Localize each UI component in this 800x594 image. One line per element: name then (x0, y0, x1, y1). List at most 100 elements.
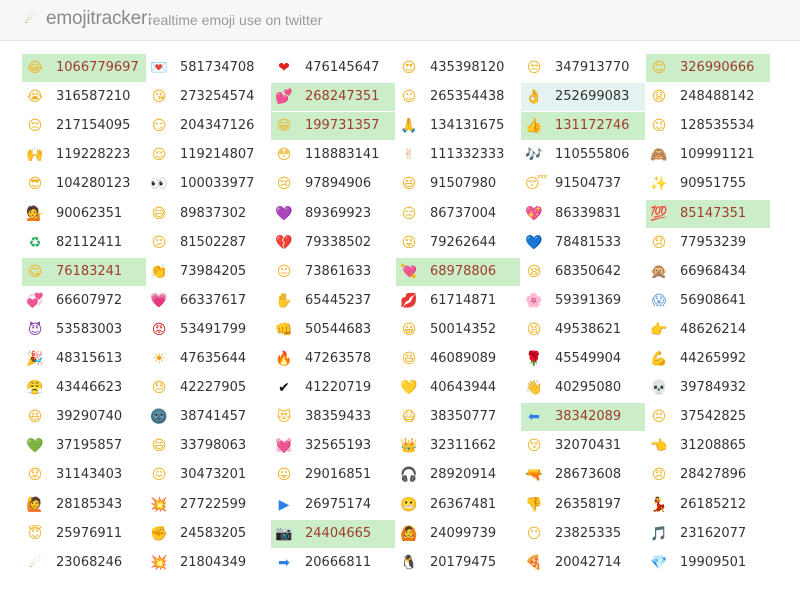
emoji-cell[interactable]: 😏 204347126 (146, 112, 270, 140)
emoji-cell[interactable]: 🌸 59391369 (521, 287, 645, 315)
emoji-cell[interactable]: 😟 31143403 (22, 461, 146, 489)
emoji-cell[interactable]: ☀ 47635644 (146, 345, 270, 373)
site-title[interactable]: emojitracker: (46, 8, 152, 30)
emoji-cell[interactable]: 😍 435398120 (396, 54, 520, 82)
emoji-cell[interactable]: ➡ 20666811 (271, 549, 395, 577)
emoji-cell[interactable]: 🙈 109991121 (646, 141, 770, 169)
emoji-cell[interactable]: 😌 119214807 (146, 141, 270, 169)
emoji-cell[interactable]: 👈 31208865 (646, 432, 770, 460)
emoji-cell[interactable]: 😄 33798063 (146, 432, 270, 460)
emoji-cell[interactable]: ☺ 265354438 (396, 83, 520, 111)
emoji-cell[interactable]: 🙆 24099739 (396, 520, 520, 548)
emoji-cell[interactable]: 💀 39784932 (646, 374, 770, 402)
emoji-cell[interactable]: ✨ 90951755 (646, 170, 770, 198)
emoji-cell[interactable]: ⬅ 38342089 (521, 403, 645, 432)
emoji-cell[interactable]: 🙊 66968434 (646, 258, 770, 286)
emoji-cell[interactable]: 😻 38359433 (271, 403, 395, 431)
emoji-cell[interactable]: 😎 104280123 (22, 170, 146, 198)
emoji-cell[interactable]: 😘 273254574 (146, 83, 270, 111)
emoji-cell[interactable]: 🍕 20042714 (521, 549, 645, 577)
emoji-cell[interactable]: ❤ 476145647 (271, 54, 395, 82)
emoji-cell[interactable]: 💗 66337617 (146, 287, 270, 315)
emoji-cell[interactable]: 📷 24404665 (271, 519, 395, 548)
emoji-cell[interactable]: 💯 85147351 (646, 199, 770, 228)
emoji-cell[interactable]: 💔 79338502 (271, 229, 395, 257)
emoji-cell[interactable]: 👑 32311662 (396, 432, 520, 460)
emoji-cell[interactable]: 😋 76183241 (22, 257, 146, 286)
emoji-cell[interactable]: ▶ 26975174 (271, 491, 395, 519)
emoji-cell[interactable]: 😕 81502287 (146, 229, 270, 257)
emoji-cell[interactable]: ♻ 82112411 (22, 229, 146, 257)
emoji-cell[interactable]: 😡 53491799 (146, 316, 270, 344)
emoji-cell[interactable]: 👊 50544683 (271, 316, 395, 344)
emoji-cell[interactable]: ✊ 24583205 (146, 520, 270, 548)
emoji-cell[interactable]: 🌹 45549904 (521, 345, 645, 373)
emoji-cell[interactable]: 💖 86339831 (521, 200, 645, 228)
emoji-cell[interactable]: 💎 19909501 (646, 549, 770, 577)
emoji-cell[interactable]: 🌚 38741457 (146, 403, 270, 431)
emoji-cell[interactable]: 😂 1066779697 (22, 54, 146, 82)
emoji-cell[interactable]: 💓 32565193 (271, 432, 395, 460)
emoji-cell[interactable]: 👌 252699083 (521, 83, 645, 112)
emoji-cell[interactable]: 😶 23825335 (521, 520, 645, 548)
emoji-cell[interactable]: 💌 581734708 (146, 54, 270, 82)
emoji-cell[interactable]: 💥 27722599 (146, 491, 270, 519)
emoji-cell[interactable]: 👏 73984205 (146, 258, 270, 286)
emoji-cell[interactable]: 😆 39290740 (22, 403, 146, 431)
emoji-cell[interactable]: 🔥 47263578 (271, 345, 395, 373)
emoji-cell[interactable]: 🎵 23162077 (646, 520, 770, 548)
emoji-cell[interactable]: 😁 199731357 (271, 112, 395, 141)
emoji-cell[interactable]: 😚 32070431 (521, 432, 645, 460)
emoji-cell[interactable]: 😴 91504737 (521, 170, 645, 198)
emoji-cell[interactable]: 😤 43446623 (22, 374, 146, 402)
emoji-cell[interactable]: 😪 68350642 (521, 258, 645, 286)
emoji-cell[interactable]: 🙋 28185343 (22, 491, 146, 519)
emoji-cell[interactable]: 😫 49538621 (521, 316, 645, 344)
emoji-cell[interactable]: 🙌 119228223 (22, 141, 146, 169)
emoji-cell[interactable]: 🎉 48315613 (22, 345, 146, 373)
emoji-cell[interactable]: ✌ 111332333 (396, 141, 520, 169)
emoji-cell[interactable]: 🎧 28920914 (396, 461, 520, 489)
emoji-cell[interactable]: 🔫 28673608 (521, 461, 645, 489)
emoji-cell[interactable]: ✋ 65445237 (271, 287, 395, 315)
emoji-cell[interactable]: 😱 56908641 (646, 287, 770, 315)
emoji-cell[interactable]: 😇 25976911 (22, 520, 146, 548)
emoji-cell[interactable]: 👉 48626214 (646, 316, 770, 344)
emoji-cell[interactable]: 😖 30473201 (146, 461, 270, 489)
emoji-cell[interactable]: 😩 248488142 (646, 83, 770, 111)
emoji-cell[interactable]: 😑 86737004 (396, 200, 520, 228)
emoji-cell[interactable]: 🐧 20179475 (396, 549, 520, 577)
emoji-cell[interactable]: 😀 50014352 (396, 316, 520, 344)
emoji-cell[interactable]: 👀 100033977 (146, 170, 270, 198)
emoji-cell[interactable]: 😉 128535534 (646, 112, 770, 140)
emoji-cell[interactable]: 😳 118883141 (271, 141, 395, 169)
emoji-cell[interactable]: 🎶 110555806 (521, 141, 645, 169)
emoji-cell[interactable]: 😃 91507980 (396, 170, 520, 198)
emoji-cell[interactable]: 👎 26358197 (521, 491, 645, 519)
emoji-cell[interactable]: 💞 66607972 (22, 287, 146, 315)
emoji-cell[interactable]: 😔 217154095 (22, 112, 146, 140)
emoji-cell[interactable]: 😅 89837302 (146, 200, 270, 228)
emoji-cell[interactable]: 😜 79262644 (396, 229, 520, 257)
emoji-cell[interactable]: 💘 68978806 (396, 257, 520, 286)
emoji-cell[interactable]: ✔ 41220719 (271, 374, 395, 402)
emoji-cell[interactable]: 💜 89369923 (271, 200, 395, 228)
emoji-cell[interactable]: 💙 78481533 (521, 229, 645, 257)
emoji-cell[interactable]: 😓 42227905 (146, 374, 270, 402)
emoji-cell[interactable]: 💚 37195857 (22, 432, 146, 460)
emoji-cell[interactable]: 👋 40295080 (521, 374, 645, 402)
emoji-cell[interactable]: 💛 40643944 (396, 374, 520, 402)
emoji-cell[interactable]: 😠 28427896 (646, 461, 770, 489)
emoji-cell[interactable]: 🙏 134131675 (396, 112, 520, 140)
emoji-cell[interactable]: 😈 53583003 (22, 316, 146, 344)
emoji-cell[interactable]: 👍 131172746 (521, 112, 645, 141)
emoji-cell[interactable]: 😢 97894906 (271, 170, 395, 198)
emoji-cell[interactable]: ☄ 23068246 (22, 549, 146, 577)
emoji-cell[interactable]: 😞 77953239 (646, 229, 770, 257)
emoji-cell[interactable]: 😷 38350777 (396, 403, 520, 431)
emoji-cell[interactable]: 😐 73861633 (271, 258, 395, 286)
emoji-cell[interactable]: 💥 21804349 (146, 549, 270, 577)
emoji-cell[interactable]: 😛 29016851 (271, 461, 395, 489)
emoji-cell[interactable]: 😊 326990666 (646, 54, 770, 82)
emoji-cell[interactable]: 💃 26185212 (646, 491, 770, 519)
